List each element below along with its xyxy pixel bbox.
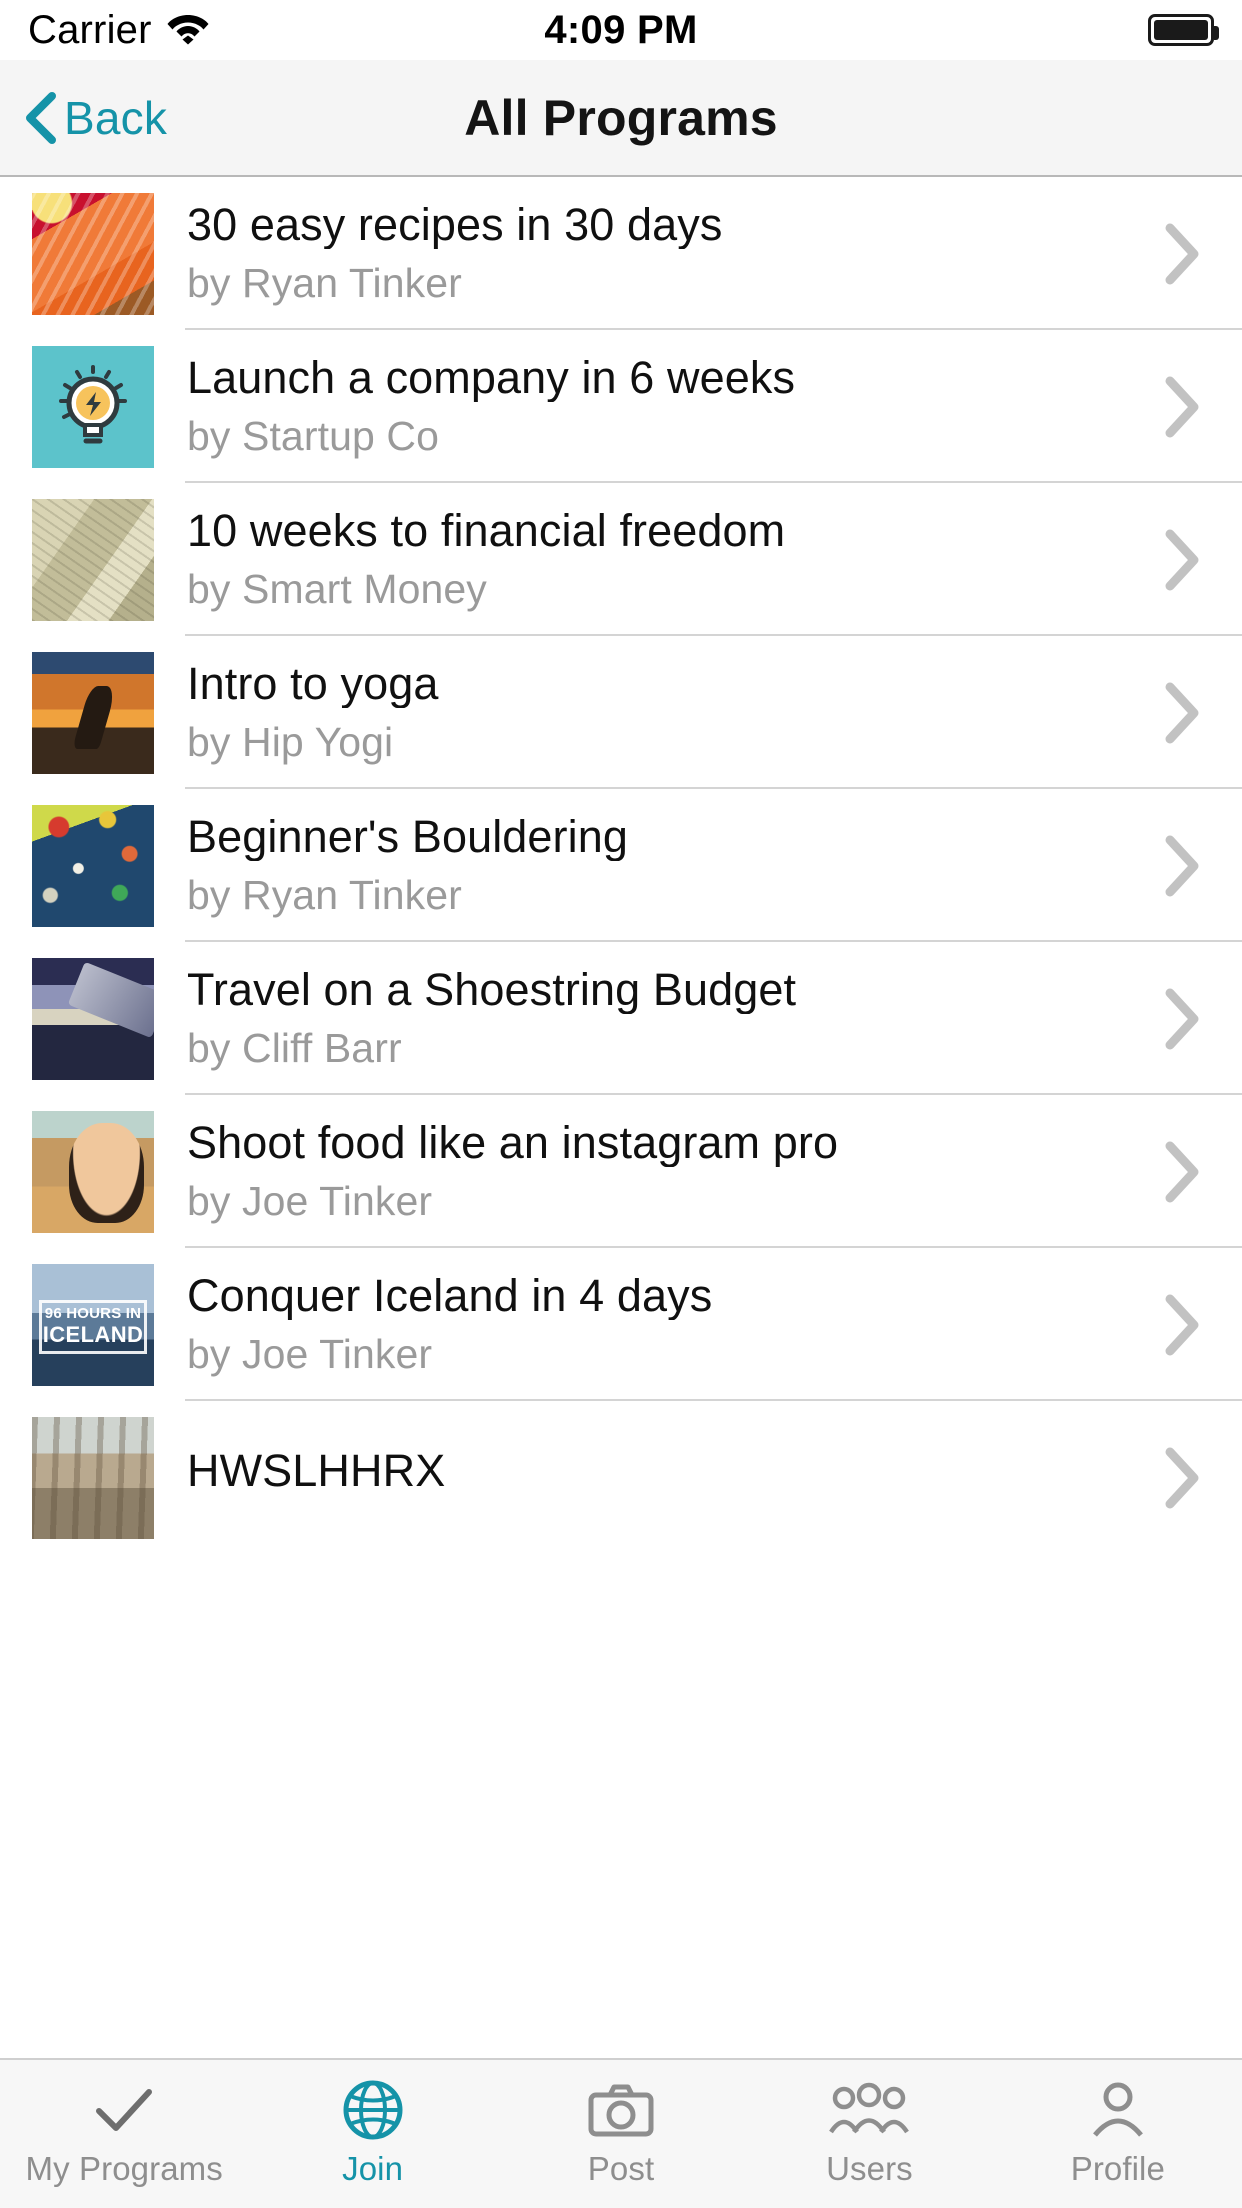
back-button-label: Back (64, 91, 167, 145)
tab-label: Join (342, 2150, 403, 2188)
program-text: HWSLHHRX (187, 1447, 1162, 1508)
tab-bar: My Programs Join (0, 2058, 1242, 2208)
overlay-line-1: 96 HOURS IN (45, 1306, 141, 1321)
programs-list[interactable]: 30 easy recipes in 30 days by Ryan Tinke… (0, 177, 1242, 2058)
program-author: by Ryan Tinker (187, 874, 1132, 917)
camera-icon (587, 2080, 655, 2140)
program-author: by Cliff Barr (187, 1027, 1132, 1070)
program-title: Intro to yoga (187, 660, 1132, 708)
list-item[interactable]: 30 easy recipes in 30 days by Ryan Tinke… (0, 177, 1242, 330)
program-text: Shoot food like an instagram pro by Joe … (187, 1119, 1162, 1223)
users-icon (828, 2080, 910, 2140)
program-author: by Joe Tinker (187, 1180, 1132, 1223)
program-text: 10 weeks to financial freedom by Smart M… (187, 507, 1162, 611)
program-title: HWSLHHRX (187, 1447, 1132, 1495)
program-title: Conquer Iceland in 4 days (187, 1272, 1132, 1320)
list-item[interactable]: Shoot food like an instagram pro by Joe … (0, 1095, 1242, 1248)
person-icon (1089, 2080, 1147, 2140)
program-thumbnail (32, 1111, 154, 1233)
program-title: 30 easy recipes in 30 days (187, 201, 1132, 249)
tab-profile[interactable]: Profile (994, 2060, 1242, 2208)
program-thumbnail (32, 652, 154, 774)
checkmark-icon (93, 2080, 155, 2140)
list-item[interactable]: Travel on a Shoestring Budget by Cliff B… (0, 942, 1242, 1095)
page-title: All Programs (0, 89, 1242, 147)
program-author: by Startup Co (187, 415, 1132, 458)
list-item[interactable]: Launch a company in 6 weeks by Startup C… (0, 330, 1242, 483)
program-thumbnail: 96 HOURS IN ICELAND (32, 1264, 154, 1386)
program-title: Launch a company in 6 weeks (187, 354, 1132, 402)
app-screen: Carrier 4:09 PM Back All Programs (0, 0, 1242, 2208)
status-bar-right (1148, 14, 1214, 46)
program-author: by Hip Yogi (187, 721, 1132, 764)
list-item[interactable]: 10 weeks to financial freedom by Smart M… (0, 483, 1242, 636)
program-thumbnail (32, 499, 154, 621)
list-item[interactable]: Intro to yoga by Hip Yogi (0, 636, 1242, 789)
tab-join[interactable]: Join (248, 2060, 496, 2208)
program-author: by Ryan Tinker (187, 262, 1132, 305)
tab-users[interactable]: Users (745, 2060, 993, 2208)
program-thumbnail (32, 805, 154, 927)
tab-my-programs[interactable]: My Programs (0, 2060, 248, 2208)
tab-post[interactable]: Post (497, 2060, 745, 2208)
program-title: Shoot food like an instagram pro (187, 1119, 1132, 1167)
back-button[interactable]: Back (24, 91, 167, 145)
program-text: Travel on a Shoestring Budget by Cliff B… (187, 966, 1162, 1070)
globe-icon (342, 2080, 404, 2140)
list-item[interactable]: 96 HOURS IN ICELAND Conquer Iceland in 4… (0, 1248, 1242, 1401)
program-title: Travel on a Shoestring Budget (187, 966, 1132, 1014)
tab-label: Profile (1071, 2150, 1165, 2188)
program-text: Beginner's Bouldering by Ryan Tinker (187, 813, 1162, 917)
program-author: by Smart Money (187, 568, 1132, 611)
tab-label: My Programs (26, 2150, 223, 2188)
chevron-left-icon (24, 92, 58, 144)
navigation-bar: Back All Programs (0, 60, 1242, 177)
program-thumbnail (32, 346, 154, 468)
status-bar-clock: 4:09 PM (0, 8, 1242, 53)
tab-label: Post (588, 2150, 654, 2188)
program-text: Conquer Iceland in 4 days by Joe Tinker (187, 1272, 1162, 1376)
program-author: by Joe Tinker (187, 1333, 1132, 1376)
chevron-right-icon (1162, 376, 1202, 438)
lightbulb-icon (45, 359, 141, 455)
chevron-right-icon (1162, 1447, 1202, 1509)
program-title: Beginner's Bouldering (187, 813, 1132, 861)
program-text: 30 easy recipes in 30 days by Ryan Tinke… (187, 201, 1162, 305)
chevron-right-icon (1162, 1294, 1202, 1356)
program-text: Intro to yoga by Hip Yogi (187, 660, 1162, 764)
chevron-right-icon (1162, 529, 1202, 591)
chevron-right-icon (1162, 682, 1202, 744)
iceland-title-overlay: 96 HOURS IN ICELAND (39, 1300, 146, 1354)
chevron-right-icon (1162, 223, 1202, 285)
program-title: 10 weeks to financial freedom (187, 507, 1132, 555)
overlay-line-2: ICELAND (43, 1323, 144, 1347)
list-item[interactable]: Beginner's Bouldering by Ryan Tinker (0, 789, 1242, 942)
chevron-right-icon (1162, 835, 1202, 897)
program-thumbnail (32, 1417, 154, 1539)
chevron-right-icon (1162, 988, 1202, 1050)
program-thumbnail (32, 193, 154, 315)
battery-icon (1148, 14, 1214, 46)
status-bar: Carrier 4:09 PM (0, 0, 1242, 60)
tab-label: Users (826, 2150, 913, 2188)
list-item[interactable]: HWSLHHRX (0, 1401, 1242, 1554)
chevron-right-icon (1162, 1141, 1202, 1203)
program-thumbnail (32, 958, 154, 1080)
program-text: Launch a company in 6 weeks by Startup C… (187, 354, 1162, 458)
